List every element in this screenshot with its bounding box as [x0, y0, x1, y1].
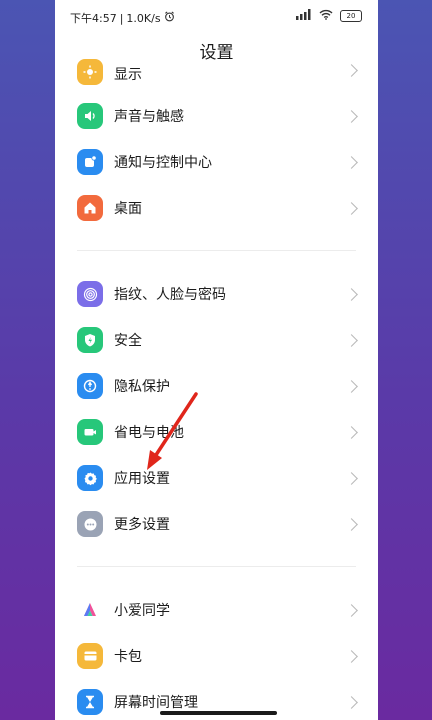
settings-screen: 下午4:57 | 1.0K/s 20 设置 显示 声音与触感 通知与控制中心 桌…	[55, 0, 378, 720]
home-indicator[interactable]	[160, 711, 277, 715]
annotation-arrow-icon	[147, 392, 198, 470]
